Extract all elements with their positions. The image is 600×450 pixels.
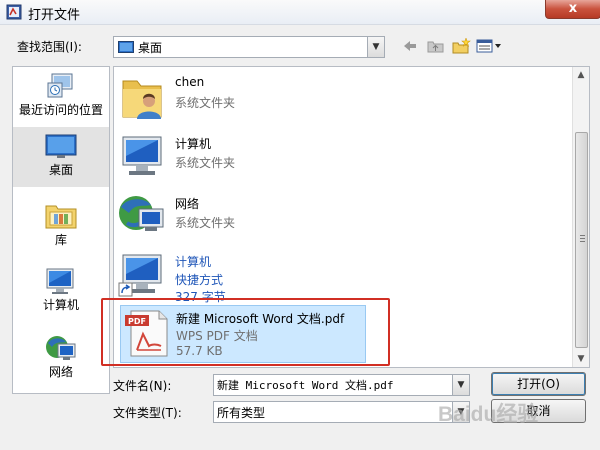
open-button[interactable]: 打开(O) (491, 372, 586, 396)
libraries-icon (45, 205, 77, 229)
scroll-thumb[interactable] (575, 132, 588, 348)
network-icon (46, 336, 76, 360)
view-menu-icon[interactable] (476, 37, 504, 55)
file-type: 系统文件夹 (175, 96, 236, 110)
place-network[interactable]: 网络 (13, 329, 109, 389)
file-type: WPS PDF 文档 (176, 329, 258, 343)
list-item-chen[interactable]: chen 系统文件夹 (114, 67, 569, 127)
close-button[interactable]: x (545, 0, 600, 19)
title-bar: 打开文件 x (0, 0, 600, 25)
look-in-label: 查找范围(I): (17, 40, 82, 54)
place-recent[interactable]: 最近访问的位置 (13, 67, 109, 127)
list-item-network[interactable]: 网络 系统文件夹 (114, 187, 569, 247)
file-size: 57.7 KB (176, 344, 223, 358)
filename-label: 文件名(N): (113, 379, 172, 393)
file-name: 网络 (175, 197, 200, 211)
look-in-dropdown[interactable]: 桌面 ▼ (113, 36, 385, 58)
open-file-dialog: 打开文件 x 查找范围(I): 桌面 ▼ 最近访问的位置 桌面 库 计算机 网络… (0, 0, 600, 450)
network-icon (119, 196, 164, 231)
file-type: 系统文件夹 (175, 156, 236, 170)
scroll-up-icon[interactable]: ▲ (573, 67, 589, 83)
app-icon (6, 4, 22, 20)
back-arrow-icon[interactable] (402, 37, 418, 55)
scroll-down-icon[interactable]: ▼ (573, 351, 589, 367)
file-type: 快捷方式 (175, 273, 224, 287)
up-folder-icon[interactable] (426, 37, 444, 55)
chevron-down-icon[interactable]: ▼ (367, 37, 384, 57)
list-item-pdf[interactable]: PDF 新建 Microsoft Word 文档.pdf WPS PDF 文档 … (120, 305, 366, 363)
desktop-icon (118, 41, 134, 53)
window-title: 打开文件 (28, 8, 81, 23)
new-folder-icon[interactable] (451, 37, 471, 55)
place-libraries[interactable]: 库 (13, 195, 109, 255)
computer-shortcut-icon (118, 254, 162, 297)
place-label: 库 (54, 233, 67, 247)
desktop-icon (45, 134, 77, 158)
cancel-button[interactable]: 取消 (491, 399, 586, 423)
filename-value: 新建 Microsoft Word 文档.pdf (217, 379, 394, 392)
filetype-value: 所有类型 (217, 406, 266, 420)
file-size: 327 字节 (175, 290, 226, 304)
file-list[interactable]: chen 系统文件夹 计算机 系统文件夹 网络 系统文件夹 计算机 快捷方式 3… (113, 66, 590, 368)
close-icon: x (568, 1, 578, 16)
user-folder-icon (122, 80, 162, 119)
pdf-icon: PDF (125, 310, 168, 357)
file-name: chen (175, 75, 205, 89)
filename-input[interactable]: 新建 Microsoft Word 文档.pdf ▼ (213, 374, 470, 396)
file-name: 计算机 (175, 137, 212, 151)
place-label: 最近访问的位置 (18, 103, 103, 117)
chevron-down-icon[interactable]: ▼ (452, 375, 469, 395)
computer-icon (46, 268, 74, 294)
place-label: 计算机 (42, 298, 79, 312)
computer-icon (122, 136, 162, 175)
file-type: 系统文件夹 (175, 216, 236, 230)
list-item-computer-shortcut[interactable]: 计算机 快捷方式 327 字节 (114, 245, 569, 305)
place-desktop[interactable]: 桌面 (13, 127, 109, 187)
file-name: 新建 Microsoft Word 文档.pdf (176, 312, 345, 326)
vertical-scrollbar[interactable]: ▲ ▼ (572, 67, 589, 367)
place-label: 桌面 (48, 163, 73, 177)
file-name: 计算机 (175, 255, 212, 269)
place-label: 网络 (48, 365, 73, 379)
places-bar: 最近访问的位置 桌面 库 计算机 网络 (12, 66, 110, 394)
recent-places-icon (47, 73, 73, 98)
pdf-badge: PDF (128, 317, 146, 326)
look-in-value: 桌面 (138, 41, 163, 55)
filetype-select[interactable]: 所有类型 ▼ (213, 401, 470, 423)
place-computer[interactable]: 计算机 (13, 262, 109, 322)
filetype-label: 文件类型(T): (113, 406, 182, 420)
list-item-computer[interactable]: 计算机 系统文件夹 (114, 127, 569, 187)
chevron-down-icon[interactable]: ▼ (452, 402, 469, 422)
